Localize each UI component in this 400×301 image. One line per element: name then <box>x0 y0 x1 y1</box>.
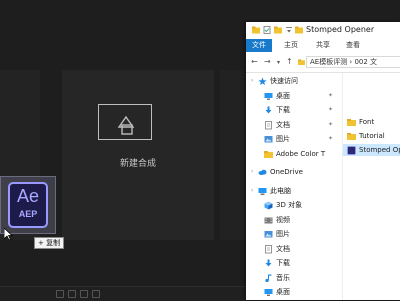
folder-icon <box>295 26 303 34</box>
forward-arrow-icon[interactable]: → <box>264 57 271 66</box>
nav-item[interactable]: 桌面 <box>246 286 342 298</box>
nav-item-label: 图片 <box>276 230 290 238</box>
aep-file-icon <box>347 146 356 155</box>
nav-item-label: 文档 <box>276 120 290 129</box>
nav-item-label: 桌面 <box>276 288 290 296</box>
new-composition-card[interactable]: 新建合成 <box>62 70 214 240</box>
nav-item-label: Adobe Color T <box>276 149 326 158</box>
title-bar[interactable]: Stomped Opener <box>246 22 400 39</box>
quick-access-dropdown-icon[interactable] <box>285 26 293 34</box>
nav-item[interactable]: 文档 <box>246 243 342 255</box>
file-explorer-window[interactable]: Stomped Opener 文件 主页 共享 查看 ← → ▾ ↑ AE模板评… <box>246 22 400 300</box>
composition-icon <box>98 104 152 140</box>
address-bar: ← → ▾ ↑ AE模板评测 › 002 文 <box>246 52 400 73</box>
nav-item[interactable]: 下载 ✦ <box>246 104 342 116</box>
back-arrow-icon[interactable]: ← <box>251 57 258 66</box>
status-toggle-icon[interactable] <box>68 290 76 298</box>
file-list: Font Tutorial Stomped Opener <box>343 73 400 300</box>
nav-item-label: 下载 <box>276 106 290 114</box>
nav-item[interactable]: Adobe Color T <box>246 148 342 160</box>
folder-icon <box>347 118 356 126</box>
nav-item[interactable]: 3D 对象 <box>246 199 342 211</box>
music-icon <box>264 274 272 282</box>
folder-icon <box>252 26 260 34</box>
aep-extension-label: AEP <box>18 209 38 219</box>
pin-icon[interactable]: ✦ <box>328 119 333 131</box>
drag-copy-tooltip: + 复制 <box>34 237 65 249</box>
nav-item-label: 视频 <box>276 215 290 224</box>
window-title: Stomped Opener <box>306 25 375 34</box>
dragged-aep-file[interactable]: Ae AEP <box>0 176 56 234</box>
up-arrow-icon[interactable]: ↑ <box>286 57 293 66</box>
desktop-icon <box>264 288 273 296</box>
folder-icon <box>264 150 273 158</box>
ribbon-tabs: 文件 主页 共享 查看 <box>246 39 400 53</box>
video-icon <box>264 216 273 224</box>
nav-item[interactable]: 图片 ✦ <box>246 133 342 145</box>
mouse-cursor-icon <box>4 228 13 241</box>
aep-icon-text: Ae <box>16 186 40 206</box>
tab-file[interactable]: 文件 <box>246 39 272 52</box>
nav-item[interactable]: 文档 ✦ <box>246 119 342 131</box>
nav-item[interactable]: › OneDrive <box>246 166 342 178</box>
folder-icon <box>298 59 305 65</box>
nav-item[interactable]: 音乐 <box>246 272 342 284</box>
cube-icon <box>264 201 273 210</box>
tab-view[interactable]: 查看 <box>346 39 360 52</box>
status-toggle-icon[interactable] <box>56 290 64 298</box>
nav-item-label: 音乐 <box>276 273 290 282</box>
nav-item[interactable]: › 快速访问 <box>246 75 342 87</box>
nav-item[interactable]: 下载 <box>246 257 342 269</box>
document-icon <box>264 244 272 253</box>
file-list-item[interactable]: Tutorial <box>343 130 400 142</box>
star-icon <box>258 77 267 85</box>
nav-item-label: 下载 <box>276 259 290 267</box>
pin-icon[interactable]: ✦ <box>328 133 333 145</box>
desktop-icon <box>264 92 273 100</box>
computer-icon <box>258 187 267 195</box>
file-name: Tutorial <box>359 132 385 140</box>
expand-chevron-icon[interactable]: › <box>251 185 253 197</box>
nav-item-label: 图片 <box>276 135 290 143</box>
folder-icon <box>347 132 356 140</box>
expand-chevron-icon[interactable]: › <box>251 75 253 87</box>
nav-item[interactable]: 视频 <box>246 214 342 226</box>
navigation-pane: › 快速访问 桌面 ✦ 下载 ✦ 文档 ✦ 图片 ✦ Adobe Color T › OneDrive ›… <box>246 73 342 300</box>
nav-item[interactable]: 桌面 ✦ <box>246 90 342 102</box>
file-list-item[interactable]: Stomped Opener <box>343 144 400 156</box>
tab-share[interactable]: 共享 <box>316 39 330 52</box>
nav-item-label: 此电脑 <box>270 186 291 195</box>
file-name: Stomped Opener <box>359 146 400 154</box>
picture-icon <box>264 135 273 143</box>
nav-item-label: 3D 对象 <box>276 201 303 209</box>
nav-item-label: 快速访问 <box>270 77 298 85</box>
pin-icon[interactable]: ✦ <box>328 90 333 102</box>
nav-item-label: OneDrive <box>270 168 303 176</box>
properties-icon[interactable] <box>263 26 271 34</box>
document-icon <box>264 120 272 129</box>
file-list-item[interactable]: Font <box>343 116 400 128</box>
aep-file-icon: Ae AEP <box>8 182 48 228</box>
nav-item[interactable]: 图片 <box>246 228 342 240</box>
nav-item-label: 文档 <box>276 244 290 253</box>
cloud-icon <box>258 168 267 176</box>
address-path-field[interactable]: AE模板评测 › 002 文 <box>306 56 400 68</box>
status-toggle-icon[interactable] <box>80 290 88 298</box>
picture-icon <box>264 230 273 238</box>
status-toggle-icon[interactable] <box>92 290 100 298</box>
file-name: Font <box>359 118 375 126</box>
download-icon <box>264 106 272 114</box>
tab-home[interactable]: 主页 <box>284 39 298 52</box>
recent-locations-chevron-icon[interactable]: ▾ <box>277 59 280 66</box>
download-icon <box>264 259 272 267</box>
new-composition-label: 新建合成 <box>119 159 156 169</box>
pin-icon[interactable]: ✦ <box>328 104 333 116</box>
new-folder-icon[interactable] <box>274 26 282 34</box>
nav-item[interactable]: › 此电脑 <box>246 185 342 197</box>
nav-item-label: 桌面 <box>276 91 290 100</box>
expand-chevron-icon[interactable]: › <box>251 166 253 178</box>
